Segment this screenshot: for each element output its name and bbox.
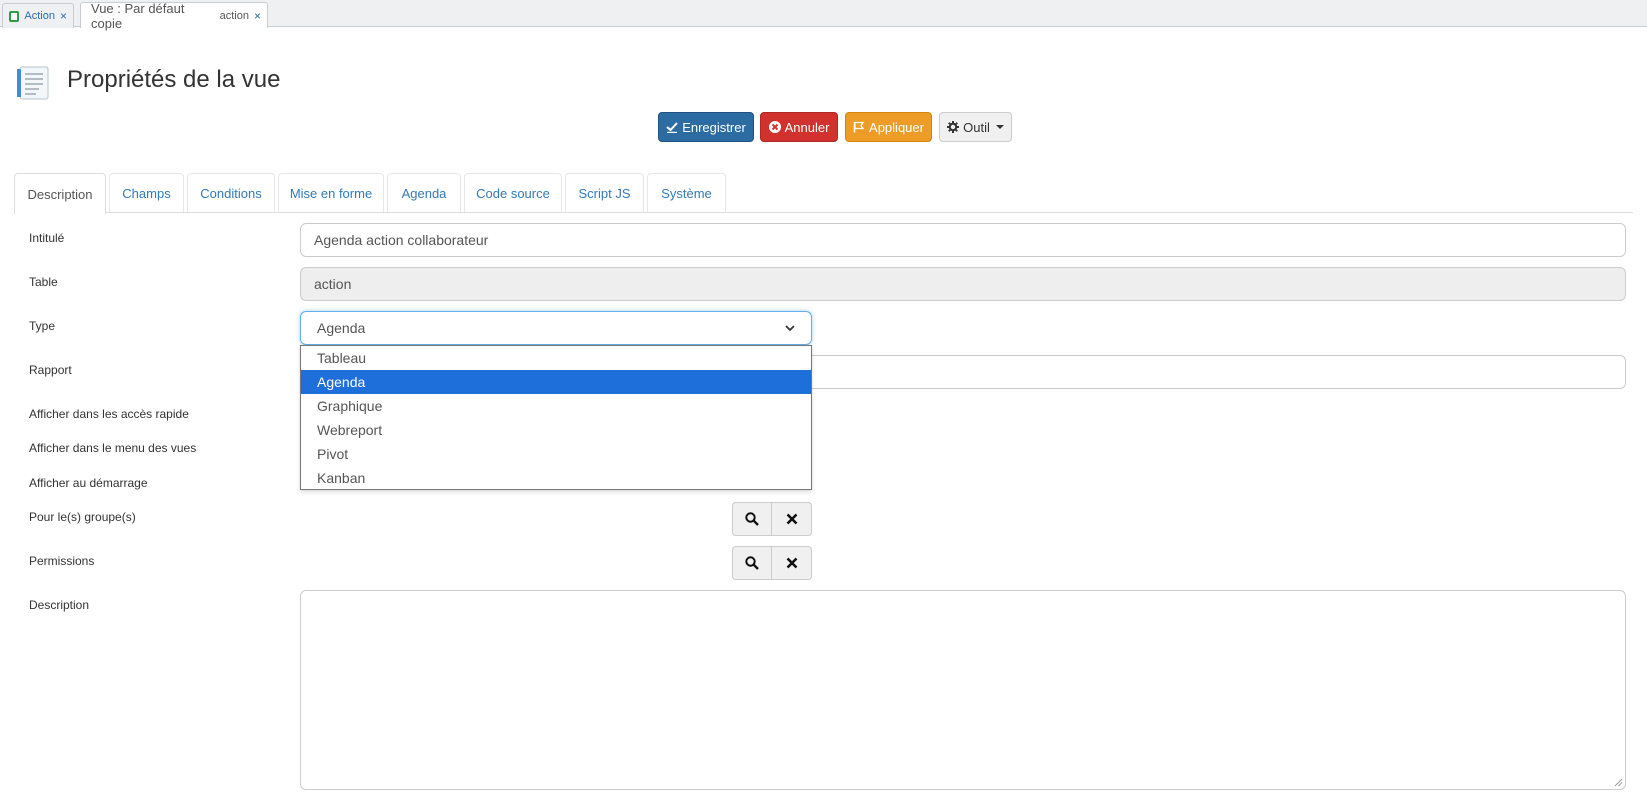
intitule-input[interactable]: Agenda action collaborateur: [300, 223, 1626, 257]
tool-button-label: Outil: [963, 119, 990, 135]
rapport-label: Rapport: [29, 363, 72, 377]
tab-mise-en-forme[interactable]: Mise en forme: [278, 173, 384, 212]
search-icon: [745, 556, 759, 570]
type-option-kanban[interactable]: Kanban: [301, 466, 811, 490]
type-option-pivot[interactable]: Pivot: [301, 442, 811, 466]
window-tab-sublabel: action: [219, 9, 249, 22]
description-label: Description: [29, 598, 90, 612]
apply-flag-icon: [853, 121, 865, 133]
table-input: action: [300, 267, 1626, 301]
clear-x-icon: [786, 513, 797, 525]
window-tab-action[interactable]: Action ×: [2, 3, 74, 28]
permissions-clear-button[interactable]: [772, 546, 812, 580]
tab-conditions[interactable]: Conditions: [187, 173, 275, 212]
tab-champs[interactable]: Champs: [109, 173, 184, 212]
acces-rapide-label: Afficher dans les accès rapide: [29, 407, 189, 421]
apply-button-label: Appliquer: [869, 119, 924, 135]
tab-systeme[interactable]: Système: [647, 173, 726, 212]
close-icon[interactable]: ×: [254, 9, 261, 23]
save-button[interactable]: Enregistrer: [658, 112, 754, 142]
tool-dropdown-button[interactable]: Outil: [939, 112, 1012, 142]
clear-x-icon: [786, 557, 797, 569]
type-label: Type: [29, 319, 56, 333]
table-label: Table: [29, 275, 58, 289]
resize-handle-icon[interactable]: [1614, 778, 1623, 787]
type-option-webreport[interactable]: Webreport: [301, 418, 811, 442]
action-tab-icon: [9, 10, 20, 22]
tab-code-source[interactable]: Code source: [464, 173, 562, 212]
document-list-icon: [17, 66, 49, 100]
type-option-graphique[interactable]: Graphique: [301, 394, 811, 418]
window-tab-view[interactable]: Vue : Par défaut copie action ×: [80, 0, 268, 31]
chevron-down-icon: [785, 324, 795, 331]
tab-description[interactable]: Description: [14, 173, 106, 214]
apply-button[interactable]: Appliquer: [845, 112, 932, 142]
save-button-label: Enregistrer: [682, 119, 746, 135]
table-value: action: [314, 276, 352, 292]
groupes-clear-button[interactable]: [772, 502, 812, 536]
cancel-button[interactable]: Annuler: [760, 112, 838, 142]
page-title: Propriétés de la vue: [67, 66, 281, 93]
gear-icon: [947, 121, 960, 133]
close-icon[interactable]: ×: [60, 9, 67, 23]
search-icon: [745, 512, 759, 526]
type-option-agenda[interactable]: Agenda: [301, 370, 811, 394]
permissions-label: Permissions: [29, 554, 95, 568]
tab-agenda[interactable]: Agenda: [387, 173, 461, 212]
groupes-search-button[interactable]: [732, 502, 772, 536]
intitule-value: Agenda action collaborateur: [314, 232, 489, 248]
demarrage-label: Afficher au démarrage: [29, 476, 148, 490]
window-tab-label: Action: [24, 10, 55, 22]
type-select[interactable]: Agenda: [300, 311, 812, 345]
cancel-button-label: Annuler: [784, 119, 830, 135]
permissions-search-button[interactable]: [732, 546, 772, 580]
type-dropdown-list: Tableau Agenda Graphique Webreport Pivot…: [300, 345, 812, 490]
groupes-buttons: [732, 502, 812, 536]
close-circle-icon: [768, 121, 781, 133]
save-check-icon: [666, 122, 678, 133]
intitule-label: Intitulé: [29, 231, 65, 245]
type-select-value: Agenda: [317, 320, 366, 336]
permissions-buttons: [732, 546, 812, 580]
description-textarea[interactable]: [300, 590, 1626, 790]
window-tab-label: Vue : Par défaut copie: [91, 0, 185, 31]
window-tab-bar: Action × Vue : Par défaut copie action ×: [0, 0, 1647, 31]
tab-script-js[interactable]: Script JS: [565, 173, 644, 212]
menu-vues-label: Afficher dans le menu des vues: [29, 441, 197, 455]
tabs-divider: [14, 212, 1633, 213]
type-option-tableau[interactable]: Tableau: [301, 346, 811, 370]
caret-down-icon: [995, 125, 1004, 129]
groupes-label: Pour le(s) groupe(s): [29, 510, 136, 524]
